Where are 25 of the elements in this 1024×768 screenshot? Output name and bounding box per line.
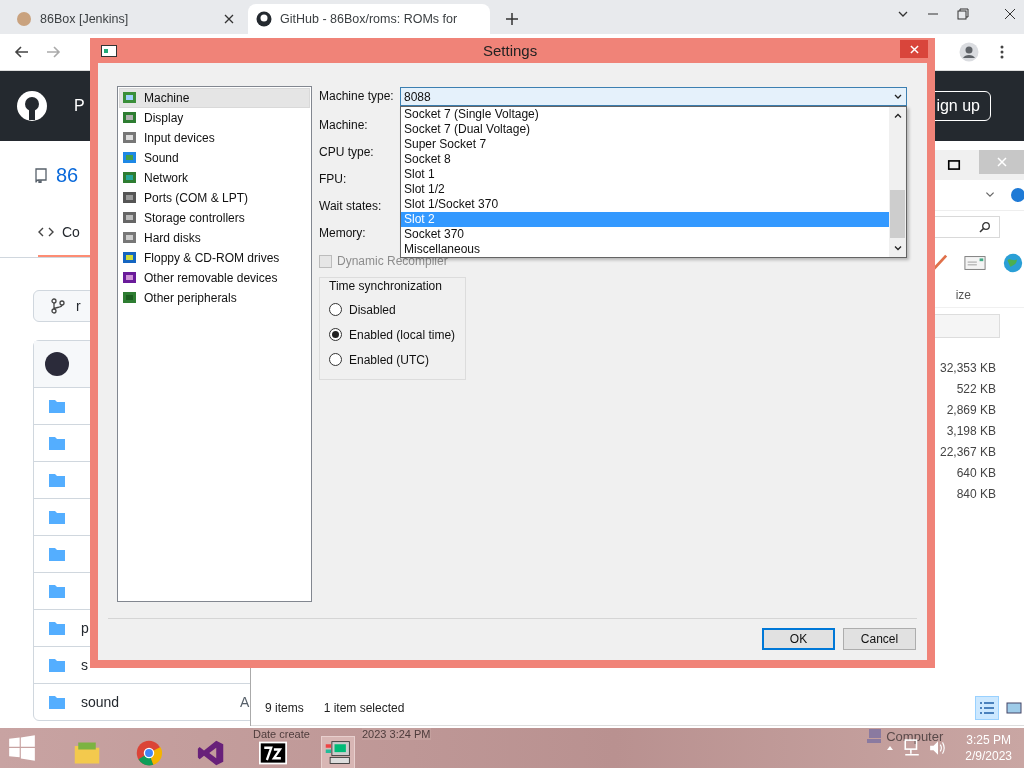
file-size-cell-text: 640 KB <box>956 465 996 482</box>
checkbox-label: Dynamic Recompiler <box>337 254 448 268</box>
details-text: Computer <box>886 728 944 744</box>
field-label: CPU type: <box>319 144 375 161</box>
file-size-cell-text: 22,367 KB <box>939 444 996 461</box>
field-label: Wait states: <box>319 198 383 215</box>
file-size-cell-text: 840 KB <box>956 486 996 503</box>
radio-label: Disabled <box>349 302 396 317</box>
details-text: 2023 3:24 PM <box>362 728 431 740</box>
file-size-cell-text: 2,869 KB <box>946 402 996 419</box>
field-label: Machine: <box>319 117 369 134</box>
radio-label: Enabled (UTC) <box>349 352 430 367</box>
commit-message-text: A <box>240 694 250 710</box>
status-text: 9 items <box>265 701 304 715</box>
window-title: Settings <box>483 42 538 59</box>
file-size-cell-text: 522 KB <box>956 381 996 398</box>
details-text: Date create <box>253 728 310 740</box>
status-text: 1 item selected <box>323 701 405 715</box>
field-label: Machine type: <box>319 88 395 105</box>
radio-label: Enabled (local time) <box>349 327 456 342</box>
field-label: Memory: <box>319 225 367 242</box>
file-size-cell-text: 32,353 KB <box>939 360 996 377</box>
field-label: FPU: <box>319 171 348 188</box>
file-size-cell-text: 3,198 KB <box>946 423 996 440</box>
group-title: Time synchronization <box>329 279 443 295</box>
